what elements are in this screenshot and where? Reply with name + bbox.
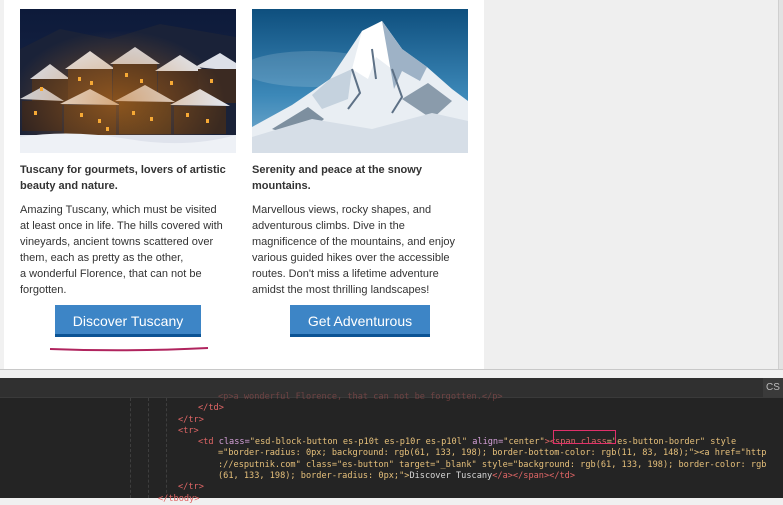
discover-tuscany-button[interactable]: Discover Tuscany [55, 305, 201, 337]
code-line: </tbody> [0, 494, 783, 505]
code-token: </tbody> [158, 493, 200, 504]
preview-divider [0, 369, 783, 370]
code-token: class= [218, 437, 250, 448]
code-token: <td [198, 437, 219, 448]
tuscany-block: Tuscany for gourmets, lovers of artistic… [20, 9, 236, 298]
tuscany-heading: Tuscany for gourmets, lovers of artistic… [20, 164, 226, 192]
code-line: </tr> [0, 415, 783, 426]
mountains-block: Serenity and peace at the snowy mountain… [252, 9, 468, 298]
code-line: ="border-radius: 0px; background: rgb(61… [0, 448, 783, 459]
text-line: at least once in life. The hills covered… [20, 220, 223, 232]
text-line: vineyards, ancient towns scattered over [20, 236, 214, 248]
underline-annotation [49, 347, 209, 352]
get-adventurous-button[interactable]: Get Adventurous [290, 305, 430, 337]
code-token: <p>a wonderful Florence, that can not be… [218, 392, 503, 402]
preview-scrollbar[interactable] [778, 0, 783, 370]
text-line: routes. Don't miss a lifetime adventure [252, 268, 439, 280]
text-line: magnificence of the mountains, and enjoy [252, 236, 456, 248]
text-line: Marvellous views, rocky shapes, and [252, 204, 432, 216]
text-line: Amazing Tuscany, which must be visited [20, 204, 217, 216]
code-token: </td> [198, 403, 224, 414]
code-token: </tr> [178, 414, 204, 425]
code-token: "esd-block-button es-p10t es-p10r es-p10… [249, 437, 468, 448]
text-line: adventurous climbs. Dive in the [252, 220, 405, 232]
html-source-view[interactable]: <p>a wonderful Florence, that can not be… [0, 392, 783, 505]
code-token: <tr> [178, 425, 199, 436]
email-preview: Tuscany for gourmets, lovers of artistic… [0, 0, 783, 378]
code-line: <td class="esd-block-button es-p10t es-p… [0, 437, 783, 448]
text-line: forgotten. [20, 284, 67, 296]
code-line: <p>a wonderful Florence, that can not be… [0, 392, 783, 403]
text-line: a wonderful Florence, that can not be [20, 268, 202, 280]
code-token: "center" [503, 437, 545, 448]
devtools-panel: CS <p>a wonderful Florence, that can not… [0, 378, 783, 504]
code-token: ="es-button-border" style [606, 437, 737, 448]
code-token: (61, 133, 198); border-radius: 0px;"> [218, 471, 410, 482]
code-token: </tr> [178, 482, 204, 493]
code-line: <tr> [0, 426, 783, 437]
code-line: ://esputnik.com" class="es-button" targe… [0, 460, 783, 471]
snowy-village-night-image [20, 9, 236, 153]
text-line: them, each as pretty as the other, [20, 252, 184, 264]
tuscany-description: Amazing Tuscany, which must be visited a… [20, 202, 236, 298]
code-token: ="border-radius: 0px; background: rgb(61… [218, 448, 767, 459]
code-token: ://esputnik.com" class="es-button" targe… [218, 459, 767, 470]
mountains-heading: Serenity and peace at the snowy mountain… [252, 164, 422, 192]
code-line: </tr> [0, 482, 783, 493]
code-line: </td> [0, 403, 783, 414]
code-token: align= [467, 437, 504, 448]
code-token: </a></span></td> [492, 471, 576, 482]
code-token: Discover Tuscany [409, 471, 493, 482]
code-line: (61, 133, 198); border-radius: 0px;">Dis… [0, 471, 783, 482]
mountains-description: Marvellous views, rocky shapes, and adve… [252, 202, 468, 298]
text-line: amidst the most thrilling landscapes! [252, 284, 430, 296]
code-highlight-annotation [553, 430, 616, 444]
snowy-mountain-peak-image [252, 9, 468, 153]
preview-background [484, 0, 778, 370]
text-line: various guided hikes over the accessible [252, 252, 450, 264]
